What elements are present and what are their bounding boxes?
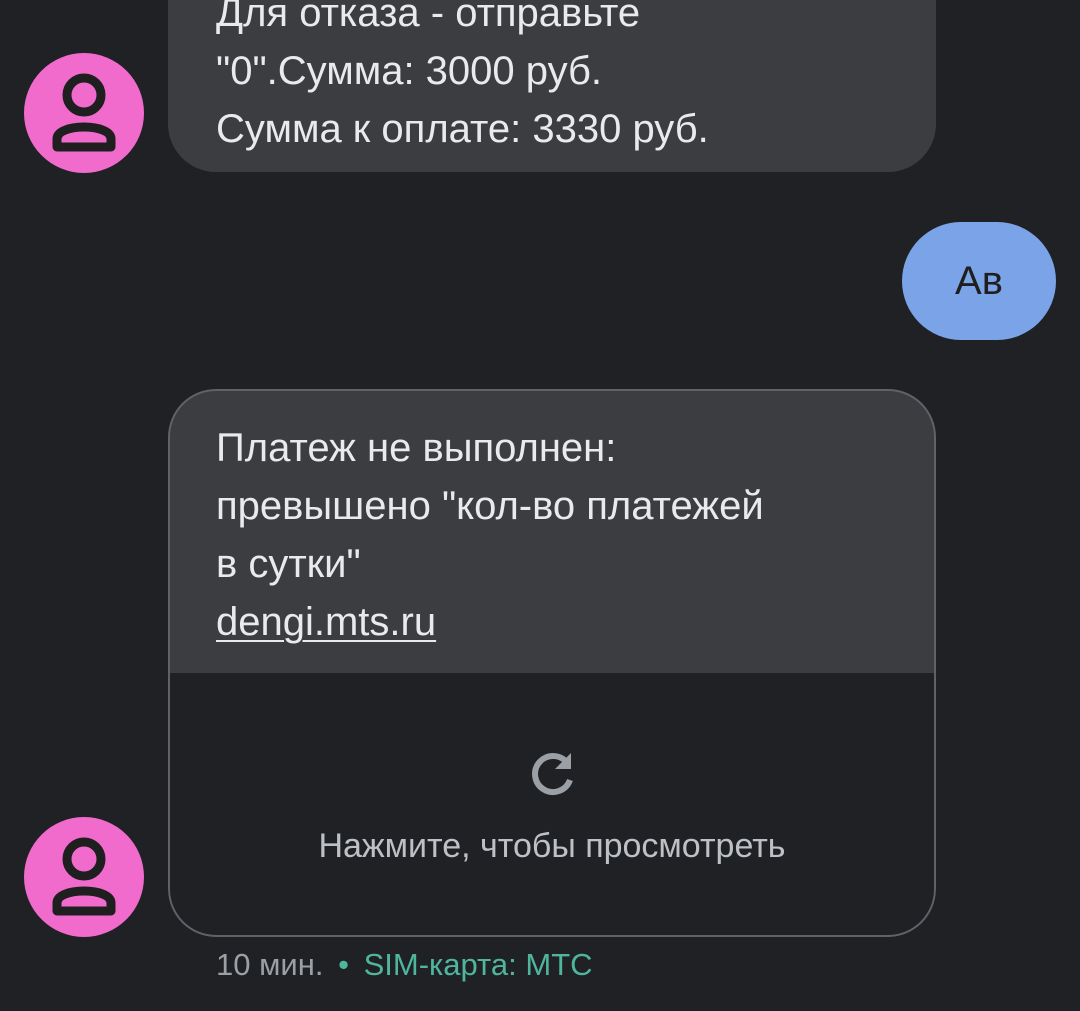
sim-card-label: SIM-карта: МТС xyxy=(363,947,593,982)
outgoing-message-bubble[interactable]: Ав xyxy=(902,222,1056,340)
meta-separator: • xyxy=(338,947,349,982)
message-meta: 10 мин. • SIM-карта: МТС xyxy=(216,942,593,988)
contact-avatar[interactable] xyxy=(24,817,144,937)
incoming-message-bubble[interactable]: Платеж не выполнен: превышено "кол-во пл… xyxy=(168,389,936,937)
message-text-line: Сумма к оплате: 3330 руб. xyxy=(216,107,709,151)
message-text-line: "0".Сумма: 3000 руб. xyxy=(216,49,603,93)
message-text-line: Для отказа - отправьте xyxy=(216,0,641,35)
message-text-line: в сутки" xyxy=(216,542,361,586)
person-icon xyxy=(52,73,116,152)
message-link[interactable]: dengi.mts.ru xyxy=(216,593,436,651)
tap-to-view-label: Нажмите, чтобы просмотреть xyxy=(318,827,786,865)
refresh-icon xyxy=(532,753,573,795)
person-icon xyxy=(52,837,116,916)
message-text-area: Платеж не выполнен: превышено "кол-во пл… xyxy=(168,389,936,673)
message-text-line: Платеж не выполнен: xyxy=(216,426,617,470)
incoming-message-bubble[interactable]: Для отказа - отправьте "0".Сумма: 3000 р… xyxy=(168,0,936,172)
contact-avatar[interactable] xyxy=(24,53,144,173)
message-text-line: превышено "кол-во платежей xyxy=(216,484,764,528)
message-timestamp: 10 мин. xyxy=(216,947,324,982)
message-text: Ав xyxy=(955,258,1003,303)
